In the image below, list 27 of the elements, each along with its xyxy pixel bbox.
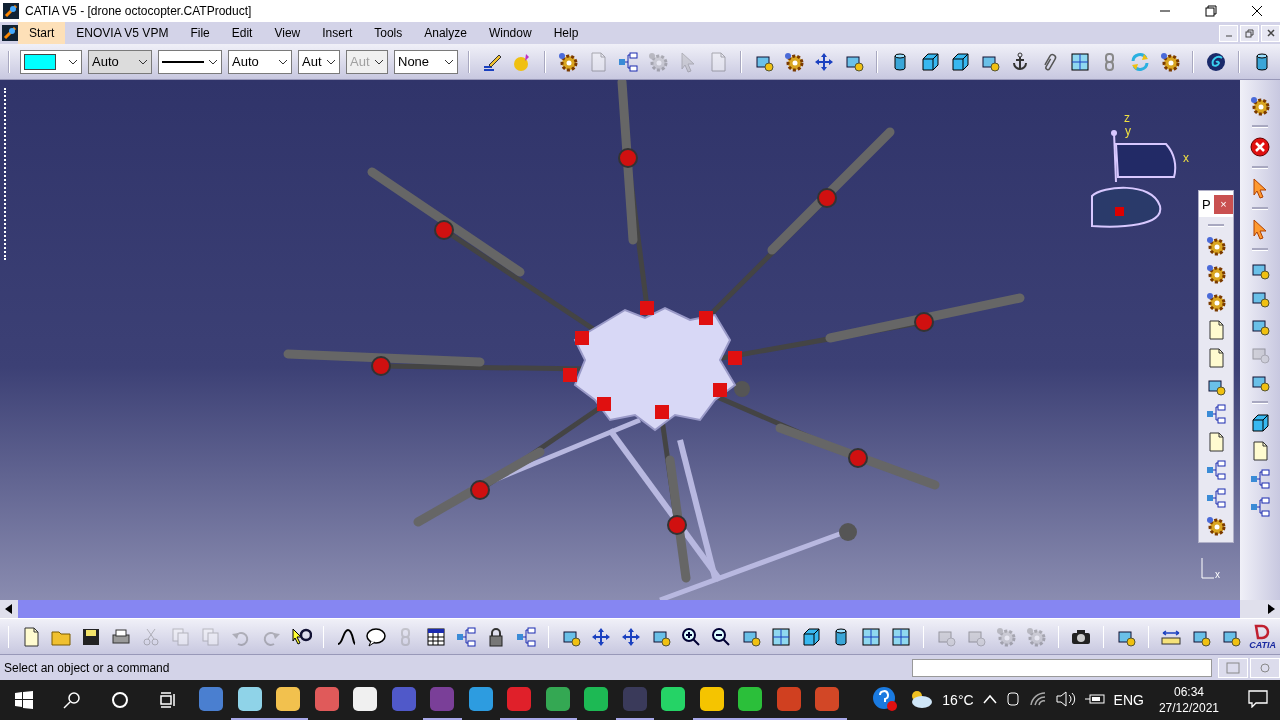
language-indicator[interactable]: ENG	[1113, 692, 1144, 708]
menu-item[interactable]: Help	[542, 22, 590, 44]
dropdown[interactable]: Auto	[228, 49, 292, 74]
status-message: Select an object or a command	[4, 660, 171, 675]
menu-item[interactable]: View	[263, 22, 312, 44]
menu-item[interactable]: Tools	[363, 22, 414, 44]
dropdown[interactable]: Aut	[298, 49, 340, 74]
window-title: CATIA V5 - [drone octocopter.CATProduct]	[25, 4, 253, 18]
close-button[interactable]: ×	[1214, 194, 1233, 214]
clock-time[interactable]: 06:34	[1173, 684, 1204, 700]
dropdown[interactable]: None	[394, 49, 458, 74]
axis-label: x	[1215, 569, 1220, 580]
menu-item[interactable]: Edit	[220, 22, 264, 44]
clock-date[interactable]: 27/12/2021	[1158, 700, 1219, 716]
menu-item[interactable]: ENOVIA V5 VPM	[65, 22, 180, 44]
dropdown[interactable]: Auto	[88, 49, 152, 74]
temperature-label[interactable]: 16°C	[942, 692, 974, 708]
toolbar-title: P	[1201, 196, 1211, 212]
axis-label: x	[1183, 151, 1189, 165]
axis-label: y	[1125, 124, 1131, 138]
catia-logo: CATIA	[1249, 623, 1276, 650]
menu-item[interactable]: Insert	[311, 22, 364, 44]
menu-item[interactable]: Window	[477, 22, 543, 44]
menu-item[interactable]: Analyze	[413, 22, 478, 44]
menu-item[interactable]: Start	[18, 22, 66, 44]
menu-item[interactable]: File	[179, 22, 221, 44]
axis-label: z	[1124, 111, 1130, 125]
